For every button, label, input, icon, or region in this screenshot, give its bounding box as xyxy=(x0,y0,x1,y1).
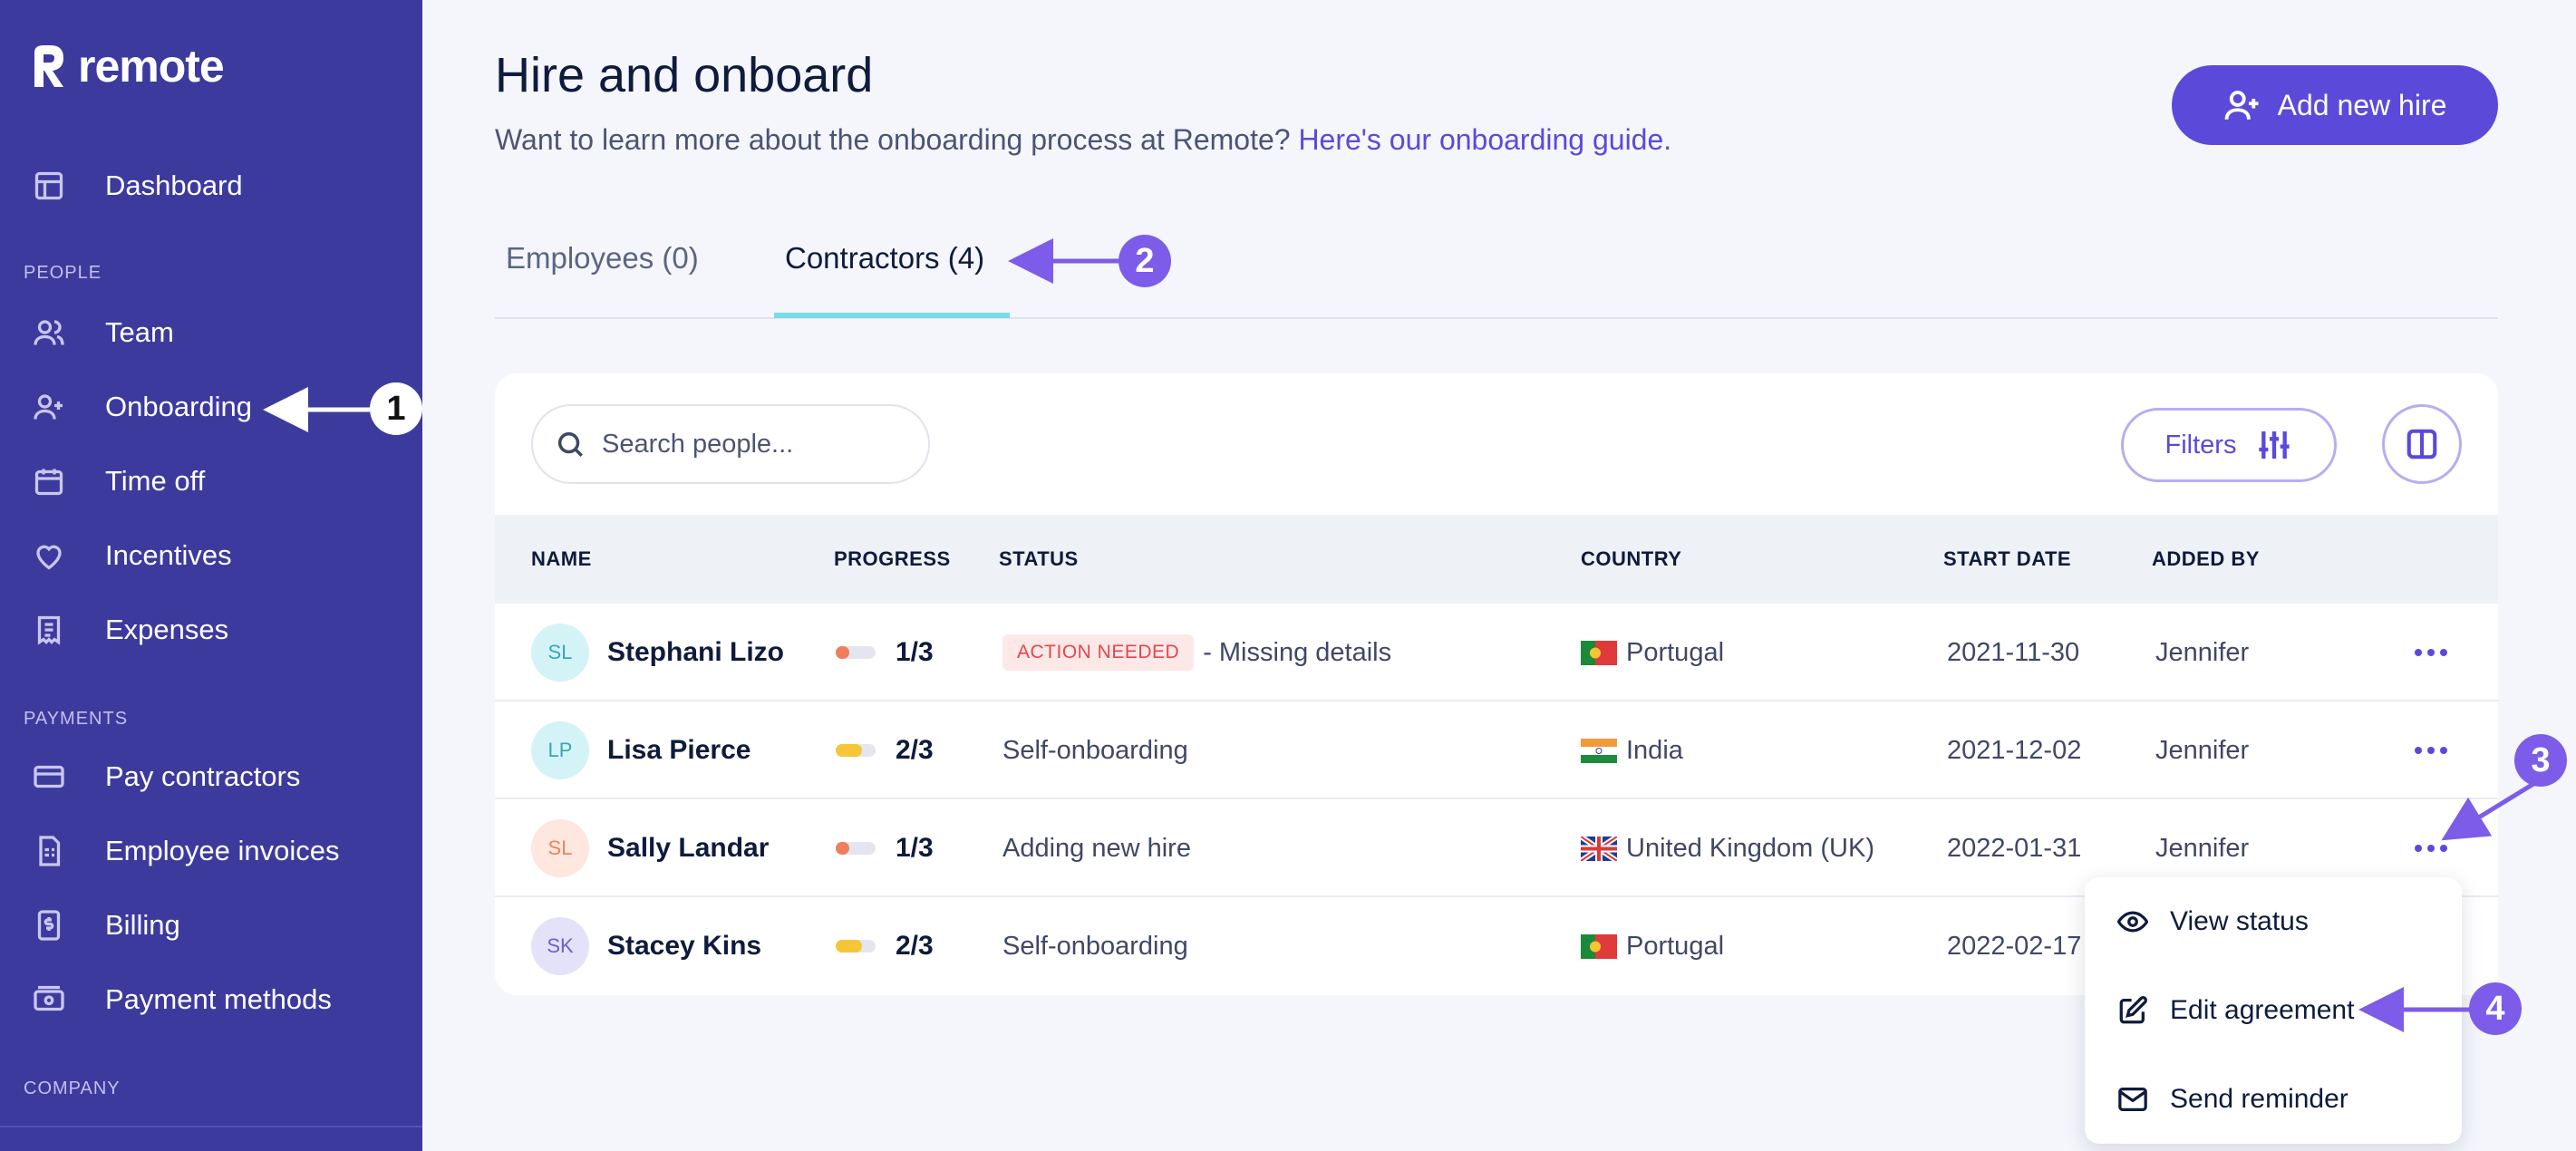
annotation-callout-4: 4 xyxy=(2469,982,2522,1035)
annotation-arrows xyxy=(263,238,2540,1032)
annotation-callout-1: 1 xyxy=(370,382,422,435)
arrow-3 xyxy=(2441,779,2540,841)
annotation-callout-2: 2 xyxy=(1119,235,1171,287)
annotation-callout-3: 3 xyxy=(2514,734,2567,787)
